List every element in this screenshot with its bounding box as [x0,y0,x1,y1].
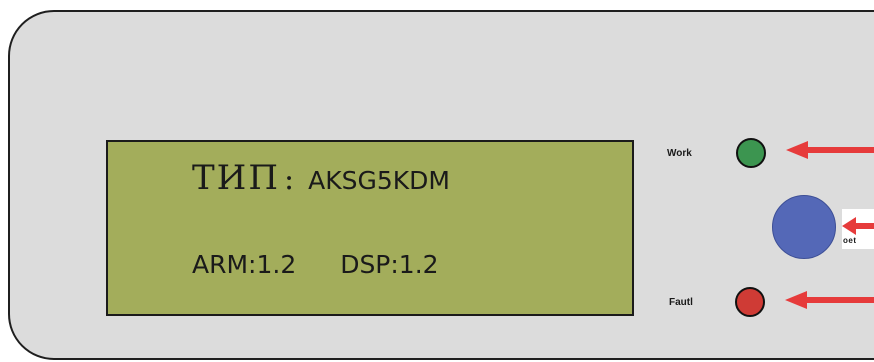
lcd-display: ТИП : AKSG5KDM ARM:1.2 DSP:1.2 [106,140,634,316]
dsp-version: DSP:1.2 [340,250,439,279]
lcd-version-line: ARM:1.2 DSP:1.2 [192,250,439,279]
lcd-type-line: ТИП : AKSG5KDM [192,158,450,198]
fault-led-icon [735,287,765,317]
arm-version: ARM:1.2 [192,250,297,279]
fault-arrow-icon [785,291,874,309]
model-value: AKSG5KDM [308,166,450,195]
work-led-icon [736,138,766,168]
button-callout-text: oet [843,236,857,245]
fault-indicator-label: Fautl [669,297,693,308]
device-front-panel-diagram: ТИП : AKSG5KDM ARM:1.2 DSP:1.2 Work Faut… [0,0,874,362]
work-indicator-label: Work [667,148,692,159]
button-callout: oet [842,209,874,249]
work-arrow-icon [786,141,874,159]
control-button[interactable] [772,195,836,259]
type-label: ТИП [192,158,280,198]
button-arrow-icon [842,217,874,235]
type-colon: : [283,162,295,197]
